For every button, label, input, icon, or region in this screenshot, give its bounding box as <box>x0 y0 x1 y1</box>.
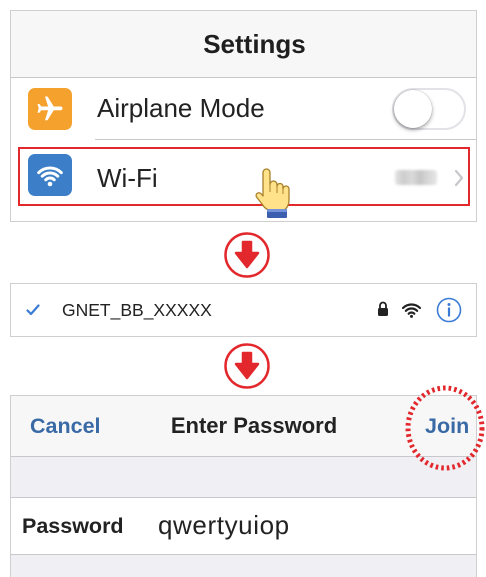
password-row[interactable]: Password qwertyuiop <box>11 498 476 555</box>
settings-screen: Settings Airplane Mode Wi-Fi <box>10 10 477 222</box>
airplane-mode-label: Airplane Mode <box>97 93 265 123</box>
settings-header: Settings <box>11 11 476 78</box>
toggle-knob <box>394 90 432 128</box>
page-title: Settings <box>203 29 306 59</box>
wifi-signal-icon <box>401 303 422 318</box>
airplane-icon <box>28 88 72 130</box>
join-highlight-circle <box>405 385 485 471</box>
settings-row-airplane-mode[interactable]: Airplane Mode <box>11 78 476 139</box>
wifi-highlight-box <box>18 147 470 206</box>
group-spacer-bottom <box>11 555 476 577</box>
password-input[interactable]: qwertyuiop <box>158 498 290 552</box>
dialog-title: Enter Password <box>170 413 338 438</box>
checkmark-icon <box>26 304 40 316</box>
lock-icon <box>378 301 388 316</box>
cancel-button[interactable]: Cancel <box>30 396 101 456</box>
down-arrow-icon <box>224 343 270 389</box>
airplane-mode-toggle[interactable] <box>392 88 466 130</box>
info-icon[interactable] <box>436 297 462 323</box>
password-label: Password <box>22 514 124 538</box>
network-name: GNET_BB_XXXXX <box>62 300 212 320</box>
down-arrow-icon <box>224 232 270 278</box>
hand-pointer-icon <box>255 168 290 218</box>
wifi-network-row[interactable]: GNET_BB_XXXXX <box>10 283 477 337</box>
